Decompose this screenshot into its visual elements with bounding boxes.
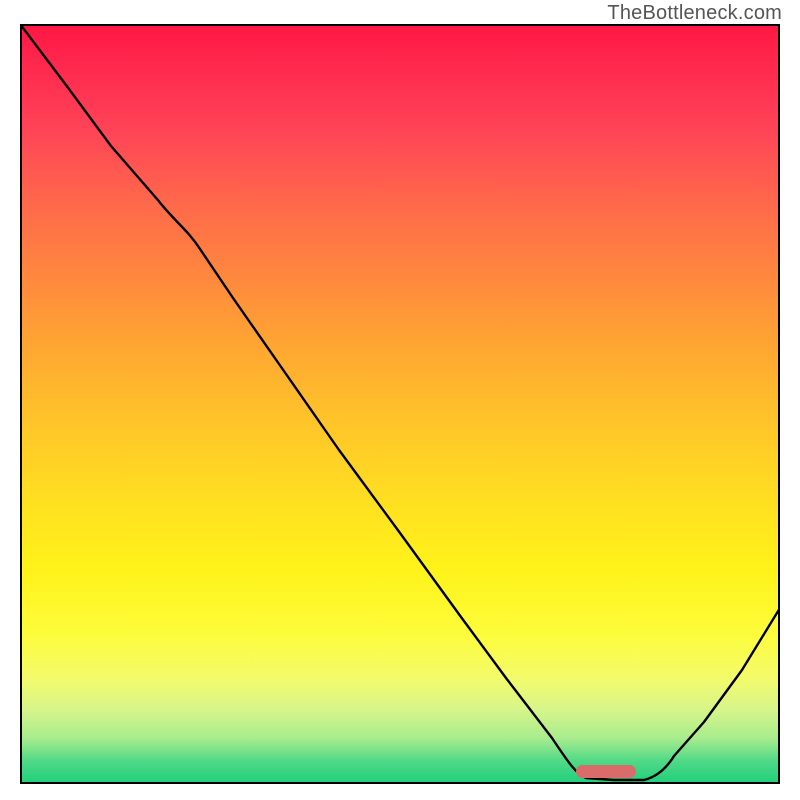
chart-stage: TheBottleneck.com [0, 0, 800, 800]
curve-svg [20, 24, 780, 784]
bottleneck-curve [20, 24, 780, 780]
plot-area [20, 24, 780, 784]
valley-marker [576, 765, 636, 778]
watermark-text: TheBottleneck.com [607, 2, 782, 25]
